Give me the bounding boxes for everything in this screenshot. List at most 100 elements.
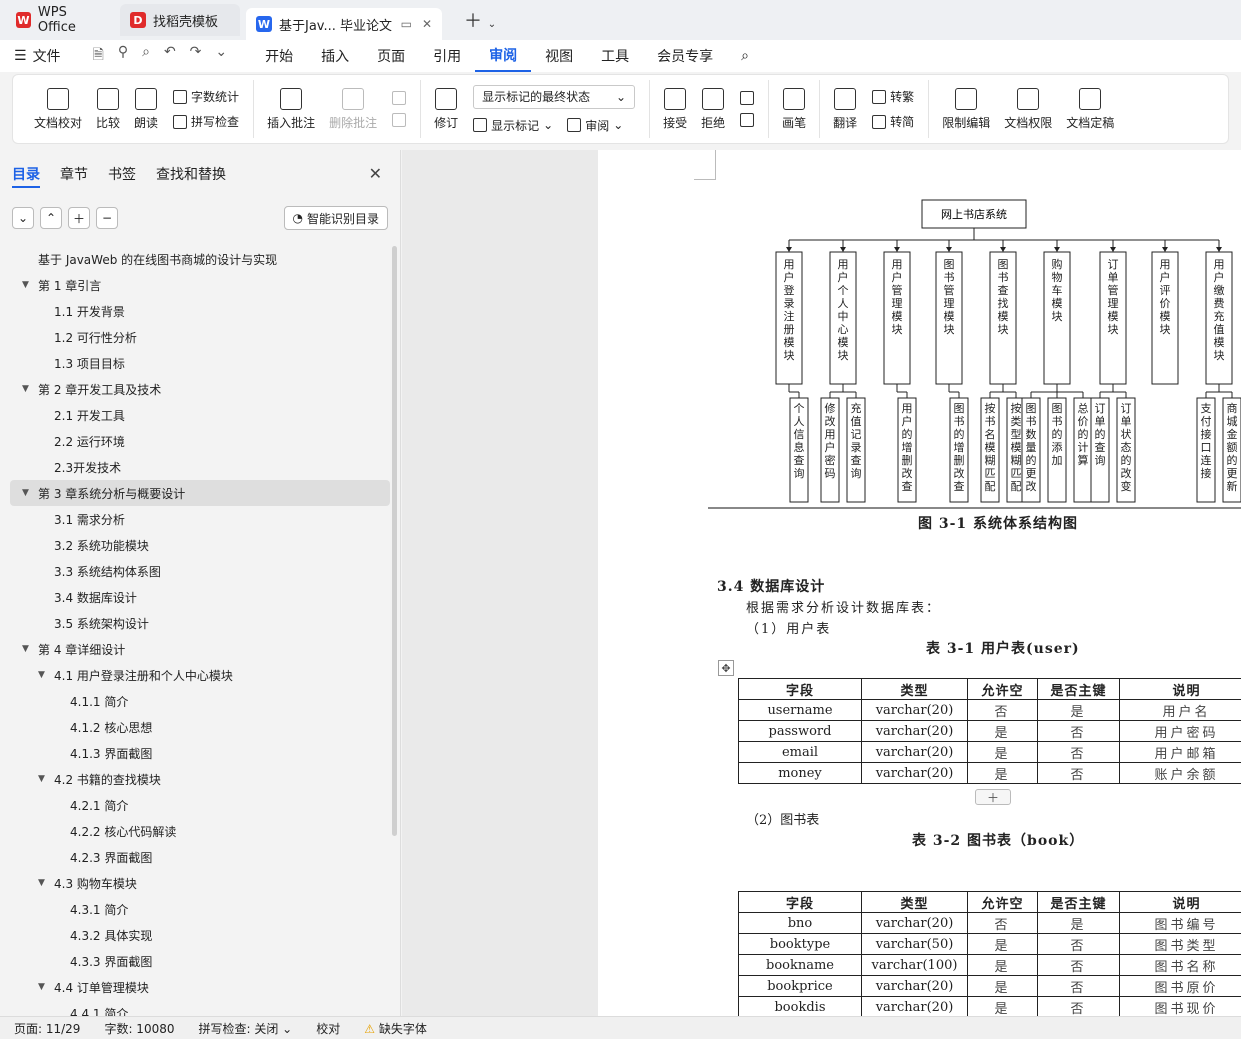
toc-item[interactable]: 4.3.3 界面截图 bbox=[10, 948, 390, 974]
accept-button[interactable]: 接受 bbox=[656, 80, 694, 138]
table-cell[interactable]: 用户密码 bbox=[1119, 720, 1241, 742]
smart-toc-button[interactable]: ◔ 智能识别目录 bbox=[283, 206, 388, 230]
table-cell[interactable]: 否 bbox=[1037, 975, 1120, 997]
menu-review[interactable]: 审阅 bbox=[475, 40, 532, 72]
expand-caret-icon[interactable]: ▼ bbox=[38, 670, 50, 680]
track-changes-button[interactable]: 修订 bbox=[427, 80, 465, 138]
toc-item[interactable]: 4.3.2 具体实现 bbox=[10, 922, 390, 948]
table-cell[interactable]: varchar(100) bbox=[861, 954, 968, 976]
toc-item[interactable]: 4.2.1 简介 bbox=[10, 792, 390, 818]
insert-comment-button[interactable]: 插入批注 bbox=[260, 80, 322, 138]
toc-item[interactable]: 1.2 可行性分析 bbox=[10, 324, 390, 350]
spell-check-status[interactable]: 拼写检查: 关闭 ⌄ bbox=[199, 1020, 293, 1037]
expand-caret-icon[interactable]: ▼ bbox=[22, 384, 34, 394]
table-cell[interactable]: varchar(50) bbox=[861, 933, 968, 955]
table-cell[interactable]: 否 bbox=[1037, 720, 1120, 742]
table-cell[interactable]: email bbox=[738, 741, 862, 763]
to-traditional-button[interactable]: 转繁 bbox=[872, 88, 914, 105]
toc-item[interactable]: ▼ 4.4 订单管理模块 bbox=[10, 974, 390, 1000]
table-cell[interactable]: varchar(20) bbox=[861, 912, 968, 934]
tab-document[interactable]: W 基于Jav... 毕业论文 ▭ ✕ bbox=[246, 8, 442, 40]
toc-item[interactable]: 3.3 系统结构体系图 bbox=[10, 558, 390, 584]
table-cell[interactable]: varchar(20) bbox=[861, 720, 968, 742]
table-cell[interactable]: 图书原价 bbox=[1119, 975, 1241, 997]
prev-change-icon[interactable] bbox=[740, 91, 755, 105]
table-cell[interactable]: 是 bbox=[967, 954, 1038, 976]
table-cell[interactable]: 图书现价 bbox=[1119, 996, 1241, 1016]
table-cell[interactable]: varchar(20) bbox=[861, 741, 968, 763]
expand-caret-icon[interactable]: ▼ bbox=[22, 280, 34, 290]
add-row-button[interactable]: ＋ bbox=[975, 789, 1011, 805]
menu-insert[interactable]: 插入 bbox=[307, 40, 363, 72]
table-cell[interactable]: 图书类型 bbox=[1119, 933, 1241, 955]
undo-icon[interactable]: ↶ bbox=[164, 44, 176, 68]
toc-item[interactable]: 3.5 系统架构设计 bbox=[10, 610, 390, 636]
toc-item[interactable]: 4.2.2 核心代码解读 bbox=[10, 818, 390, 844]
toc-item[interactable]: ▼ 第 2 章开发工具及技术 bbox=[10, 376, 390, 402]
translate-button[interactable]: 翻译 bbox=[826, 80, 864, 138]
toc-scrollbar[interactable] bbox=[392, 246, 397, 836]
doc-check-button[interactable]: 文档校对 bbox=[27, 80, 89, 138]
table-cell[interactable]: 是 bbox=[967, 975, 1038, 997]
table-cell[interactable]: bookprice bbox=[738, 975, 862, 997]
to-simplified-button[interactable]: 转简 bbox=[872, 113, 914, 130]
table-cell[interactable]: 账户余额 bbox=[1119, 762, 1241, 784]
toc-item[interactable]: ▼ 第 3 章系统分析与概要设计 bbox=[10, 480, 390, 506]
tab-toc[interactable]: 目录 bbox=[12, 164, 40, 188]
table-cell[interactable]: 图书名称 bbox=[1119, 954, 1241, 976]
toc-item[interactable]: 4.3.1 简介 bbox=[10, 896, 390, 922]
toc-item[interactable]: 3.1 需求分析 bbox=[10, 506, 390, 532]
close-icon[interactable]: ✕ bbox=[369, 164, 382, 183]
tab-find-replace[interactable]: 查找和替换 bbox=[156, 164, 226, 188]
table-cell[interactable]: varchar(20) bbox=[861, 975, 968, 997]
expand-caret-icon[interactable]: ▼ bbox=[38, 878, 50, 888]
table-cell[interactable]: 用户名 bbox=[1119, 699, 1241, 721]
table-cell[interactable]: 否 bbox=[1037, 741, 1120, 763]
table-cell[interactable]: 是 bbox=[967, 762, 1038, 784]
redo-icon[interactable]: ↷ bbox=[190, 44, 202, 68]
table-cell[interactable]: 图书编号 bbox=[1119, 912, 1241, 934]
markup-state-select[interactable]: 显示标记的最终状态 ⌄ bbox=[473, 84, 636, 109]
tab-template[interactable]: D 找稻壳模板 bbox=[120, 4, 240, 36]
toc-item[interactable]: ▼ 第 4 章详细设计 bbox=[10, 636, 390, 662]
table-cell[interactable]: 否 bbox=[967, 699, 1038, 721]
table-cell[interactable]: 是 bbox=[967, 720, 1038, 742]
table-cell[interactable]: 否 bbox=[1037, 762, 1120, 784]
table-cell[interactable]: 用户邮箱 bbox=[1119, 741, 1241, 763]
toc-item[interactable]: 基于 JavaWeb 的在线图书商城的设计与实现 bbox=[10, 246, 390, 272]
collapse-down-icon[interactable]: ⌄ bbox=[12, 207, 34, 229]
page-indicator[interactable]: 页面: 11/29 bbox=[14, 1020, 80, 1037]
ink-button[interactable]: 画笔 bbox=[775, 80, 813, 138]
table-cell[interactable]: 否 bbox=[967, 912, 1038, 934]
table-cell[interactable]: 是 bbox=[1037, 699, 1120, 721]
word-count-indicator[interactable]: 字数: 10080 bbox=[104, 1020, 174, 1037]
expand-caret-icon[interactable]: ▼ bbox=[38, 982, 50, 992]
table-cell[interactable]: varchar(20) bbox=[861, 762, 968, 784]
table-move-icon[interactable]: ✥ bbox=[718, 660, 734, 676]
add-heading-icon[interactable]: ＋ bbox=[68, 207, 90, 229]
menu-reference[interactable]: 引用 bbox=[419, 40, 475, 72]
share-icon[interactable]: ⚲ bbox=[118, 44, 128, 68]
more-chevron-icon[interactable]: ⌄ bbox=[215, 44, 227, 68]
table-cell[interactable]: booktype bbox=[738, 933, 862, 955]
toc-item[interactable]: ▼ 第 1 章引言 bbox=[10, 272, 390, 298]
toc-item[interactable]: 4.1.3 界面截图 bbox=[10, 740, 390, 766]
toc-item[interactable]: 2.2 运行环境 bbox=[10, 428, 390, 454]
table-cell[interactable]: money bbox=[738, 762, 862, 784]
table-cell[interactable]: bookname bbox=[738, 954, 862, 976]
next-comment-icon[interactable] bbox=[392, 113, 407, 127]
table-cell[interactable]: 否 bbox=[1037, 954, 1120, 976]
show-markup-button[interactable]: 显示标记 ⌄ bbox=[473, 117, 553, 134]
doc-permission-button[interactable]: 文档权限 bbox=[997, 80, 1059, 138]
menu-start[interactable]: 开始 bbox=[251, 40, 307, 72]
reject-button[interactable]: 拒绝 bbox=[694, 80, 732, 138]
tab-wps-office[interactable]: W WPS Office bbox=[6, 4, 114, 36]
toc-item[interactable]: ▼ 4.3 购物车模块 bbox=[10, 870, 390, 896]
read-aloud-button[interactable]: 朗读 bbox=[127, 80, 165, 138]
toc-item[interactable]: 3.2 系统功能模块 bbox=[10, 532, 390, 558]
toc-item[interactable]: 1.3 项目目标 bbox=[10, 350, 390, 376]
table-cell[interactable]: varchar(20) bbox=[861, 699, 968, 721]
toc-item[interactable]: ▼ 4.2 书籍的查找模块 bbox=[10, 766, 390, 792]
table-cell[interactable]: bookdis bbox=[738, 996, 862, 1016]
next-change-icon[interactable] bbox=[740, 113, 755, 127]
